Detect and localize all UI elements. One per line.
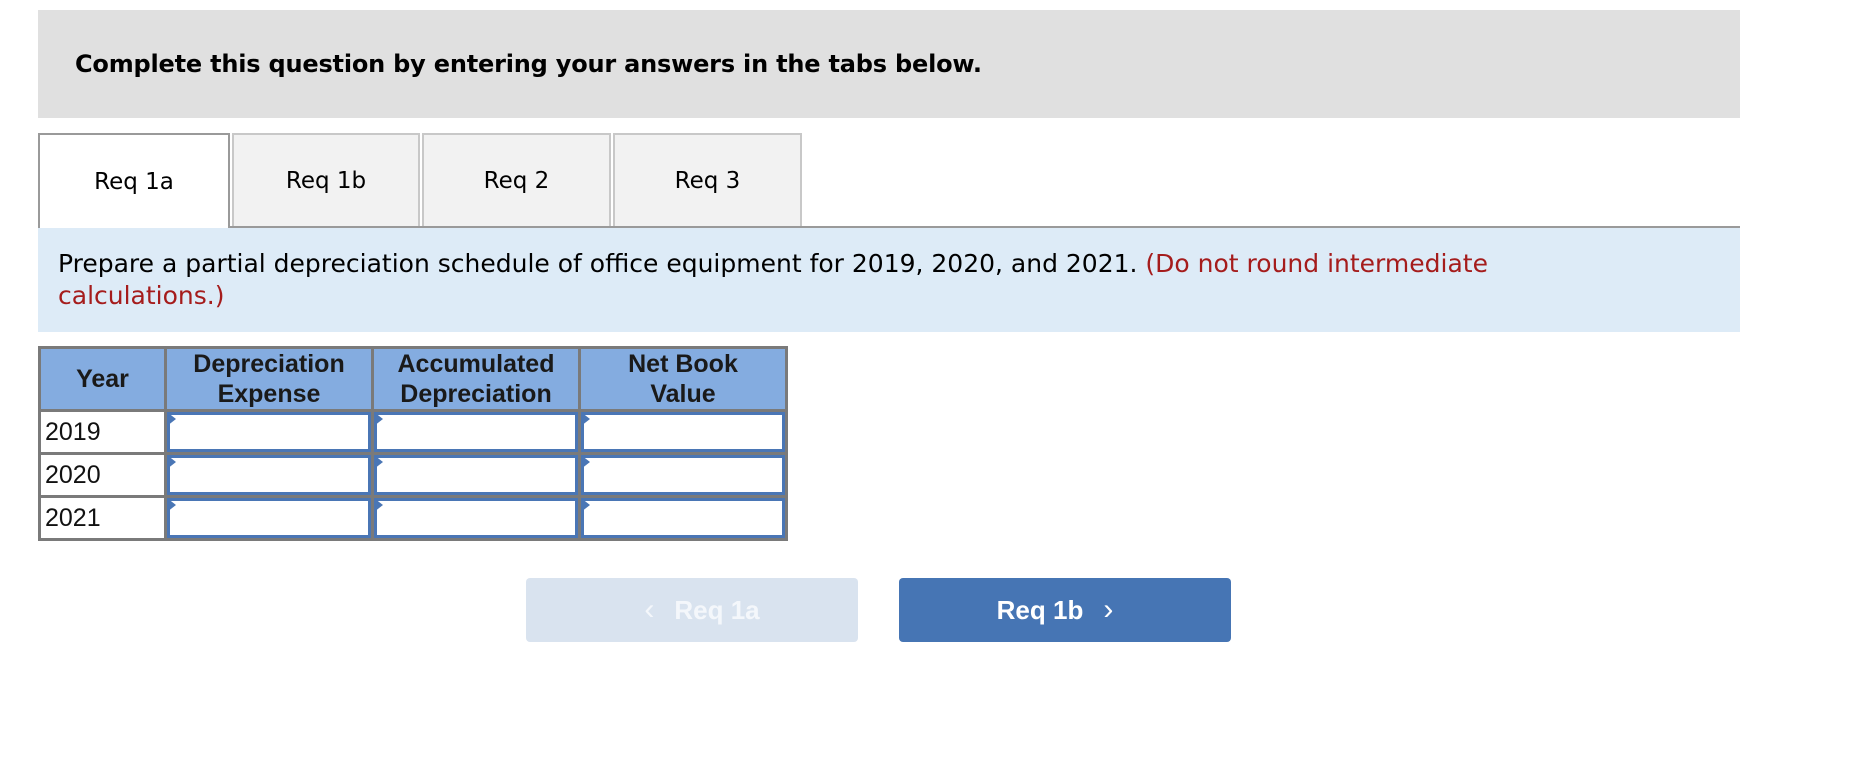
net-book-value-input[interactable]	[581, 498, 785, 538]
table-header-row: Year Depreciation Expense Accumulated Depr…	[38, 346, 788, 412]
depreciation-expense-cell	[164, 495, 374, 541]
question-prompt: Prepare a partial depreciation schedule …	[58, 249, 1138, 278]
header-label-line: Accumulated	[397, 350, 555, 378]
header-net-book-value: Net Book Value	[578, 346, 788, 412]
input-marker-icon	[581, 412, 590, 426]
instruction-title: Complete this question by entering your …	[75, 50, 982, 78]
prev-req-button: ‹ Req 1a	[526, 578, 858, 642]
net-book-value-input[interactable]	[581, 455, 785, 495]
net-book-value-cell	[578, 452, 788, 498]
header-label-line: Expense	[217, 380, 321, 408]
table-row: 2020	[38, 452, 788, 498]
table-row: 2019	[38, 409, 788, 455]
year-cell: 2021	[38, 495, 167, 541]
depreciation-expense-cell	[164, 452, 374, 498]
input-marker-icon	[167, 412, 176, 426]
question-text: Prepare a partial depreciation schedule …	[58, 248, 1598, 312]
input-marker-icon	[167, 455, 176, 469]
header-year: Year	[38, 346, 167, 412]
accumulated-depreciation-input[interactable]	[374, 412, 578, 452]
net-book-value-cell	[578, 495, 788, 541]
input-marker-icon	[167, 498, 176, 512]
accumulated-depreciation-input[interactable]	[374, 498, 578, 538]
chevron-right-icon: ›	[1103, 593, 1114, 626]
header-depreciation-expense: Depreciation Expense	[164, 346, 374, 412]
question-panel: Prepare a partial depreciation schedule …	[38, 228, 1740, 332]
chevron-left-icon: ‹	[644, 593, 655, 626]
net-book-value-cell	[578, 409, 788, 455]
accumulated-depreciation-input[interactable]	[374, 455, 578, 495]
year-cell: 2019	[38, 409, 167, 455]
depreciation-schedule-table: Year Depreciation Expense Accumulated Depr…	[38, 346, 788, 541]
input-marker-icon	[374, 455, 383, 469]
table-row: 2021	[38, 495, 788, 541]
tab-req-1b[interactable]: Req 1b	[232, 133, 420, 226]
header-accumulated-depreciation: Accumulated Depreciation	[371, 346, 581, 412]
header-label-line: Value	[650, 380, 716, 408]
next-req-button[interactable]: Req 1b ›	[899, 578, 1231, 642]
tab-req-2[interactable]: Req 2	[422, 133, 611, 226]
instruction-banner: Complete this question by entering your …	[38, 10, 1740, 118]
input-marker-icon	[374, 412, 383, 426]
input-marker-icon	[581, 498, 590, 512]
next-req-label: Req 1b	[996, 594, 1084, 625]
tab-req-3[interactable]: Req 3	[613, 133, 802, 226]
prev-req-label: Req 1a	[674, 594, 760, 625]
accumulated-depreciation-cell	[371, 409, 581, 455]
net-book-value-input[interactable]	[581, 412, 785, 452]
depreciation-expense-input[interactable]	[167, 455, 371, 495]
depreciation-expense-input[interactable]	[167, 412, 371, 452]
header-label-line: Depreciation	[193, 350, 345, 378]
input-marker-icon	[581, 455, 590, 469]
input-marker-icon	[374, 498, 383, 512]
tab-req-1a[interactable]: Req 1a	[38, 133, 230, 228]
header-year-label: Year	[76, 365, 129, 393]
accumulated-depreciation-cell	[371, 495, 581, 541]
depreciation-expense-cell	[164, 409, 374, 455]
accumulated-depreciation-cell	[371, 452, 581, 498]
header-label-line: Net Book	[628, 350, 738, 378]
depreciation-expense-input[interactable]	[167, 498, 371, 538]
header-label-line: Depreciation	[400, 380, 552, 408]
year-cell: 2020	[38, 452, 167, 498]
